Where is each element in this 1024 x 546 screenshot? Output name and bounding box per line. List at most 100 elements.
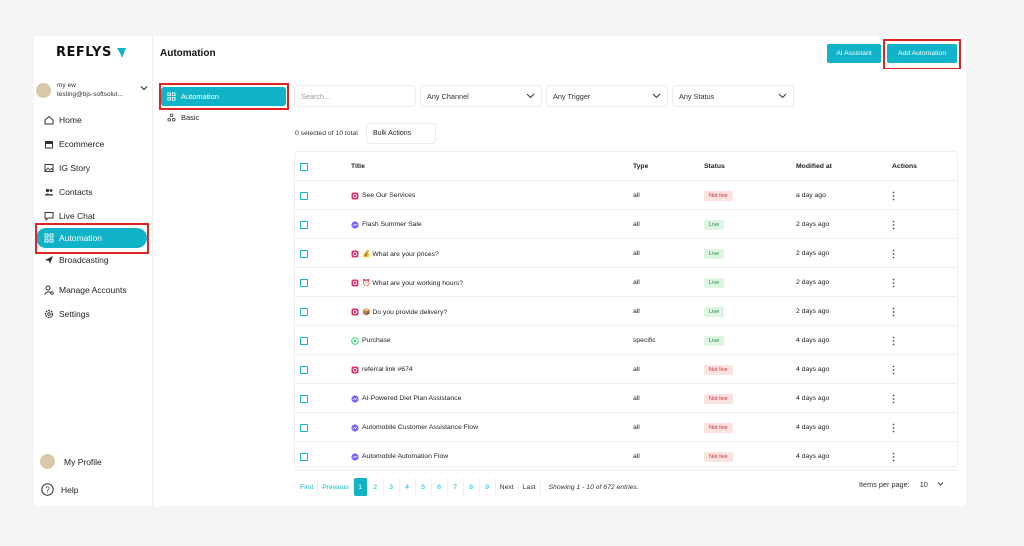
table-row[interactable]: See Our Services all Not live a day ago <box>295 181 957 210</box>
page-next[interactable]: Next <box>496 478 519 496</box>
row-checkbox[interactable] <box>300 297 308 326</box>
row-title-cell[interactable]: Flash Summer Sale <box>351 210 422 239</box>
ai-assistant-button[interactable]: AI Assistant <box>827 44 881 63</box>
row-title-cell[interactable]: 📦 Do you provide delivery? <box>351 297 447 326</box>
page-last[interactable]: Last <box>519 478 541 496</box>
page-8[interactable]: 8 <box>464 478 480 496</box>
row-title: AI-Powered Diet Plan Assistance <box>362 395 462 402</box>
kebab-menu-icon <box>892 220 895 229</box>
row-title-cell[interactable]: 💰 What are your prices? <box>351 239 439 268</box>
table-row[interactable]: referral link #674 all Not live 4 days ago <box>295 355 957 384</box>
page-9[interactable]: 9 <box>480 478 496 496</box>
select-all-checkbox[interactable] <box>300 152 308 181</box>
help-link[interactable]: ? Help <box>41 483 78 496</box>
profile-label: My Profile <box>64 456 102 467</box>
row-title-cell[interactable]: Purchase <box>351 326 391 355</box>
row-type: all <box>633 424 640 431</box>
chat-icon <box>44 212 54 221</box>
chevron-down-icon <box>652 93 661 99</box>
table-row[interactable]: 💰 What are your prices? all Live 2 days ago <box>295 239 957 268</box>
row-actions-menu[interactable] <box>892 239 895 268</box>
send-icon <box>45 256 53 264</box>
row-checkbox[interactable] <box>300 384 308 413</box>
status-badge: Live <box>704 219 725 230</box>
account-switcher[interactable]: my ew testing@bjs-softsolut... <box>36 76 150 104</box>
trigger-filter[interactable]: Any Trigger <box>547 86 667 106</box>
page-5[interactable]: 5 <box>416 478 432 496</box>
bulk-actions-button[interactable]: Bulk Actions <box>367 124 435 143</box>
row-checkbox[interactable] <box>300 268 308 297</box>
row-title-cell[interactable]: Automobile Customer Assistance Flow <box>351 413 478 442</box>
sidebar-item-manage-accounts[interactable]: Manage Accounts <box>34 278 153 302</box>
sidebar-item-automation[interactable]: Automation <box>36 228 147 248</box>
row-checkbox[interactable] <box>300 413 308 442</box>
table-row[interactable]: 📦 Do you provide delivery? all Live 2 days … <box>295 297 957 326</box>
row-status-cell: Not live <box>704 355 733 384</box>
subnav-basic[interactable]: Basic <box>167 113 199 122</box>
row-checkbox[interactable] <box>300 210 308 239</box>
channel-filter[interactable]: Any Channel <box>421 86 541 106</box>
table-row[interactable]: AI-Powered Diet Plan Assistance all Not li… <box>295 384 957 413</box>
sidebar-item-label: IG Story <box>59 163 91 173</box>
row-type: specific <box>633 337 656 344</box>
row-checkbox[interactable] <box>300 355 308 384</box>
row-checkbox[interactable] <box>300 326 308 355</box>
row-title-cell[interactable]: referral link #674 <box>351 355 413 384</box>
table-row[interactable]: Automobile Automation Flow all Not live 4 d… <box>295 442 957 471</box>
sidebar-item-settings[interactable]: Settings <box>34 302 153 326</box>
row-actions-menu[interactable] <box>892 413 895 442</box>
status-filter[interactable]: Any Status <box>673 86 793 106</box>
row-type: all <box>633 250 640 257</box>
sidebar-item-ig-story[interactable]: IG Story <box>34 156 153 180</box>
subnav-automation[interactable]: Automation <box>161 87 286 106</box>
sidebar-item-broadcasting[interactable]: Broadcasting <box>34 248 153 272</box>
row-title-cell[interactable]: ⏰ What are your working hours? <box>351 268 463 297</box>
row-actions-menu[interactable] <box>892 268 895 297</box>
sidebar-item-home[interactable]: Home <box>34 108 153 132</box>
page-previous[interactable]: Previous <box>318 478 354 496</box>
row-actions-menu[interactable] <box>892 326 895 355</box>
table-row[interactable]: Automobile Customer Assistance Flow all No… <box>295 413 957 442</box>
table-row[interactable]: ⏰ What are your working hours? all Live 2 d… <box>295 268 957 297</box>
table-row[interactable]: Purchase specific Live 4 days ago <box>295 326 957 355</box>
page-3[interactable]: 3 <box>384 478 400 496</box>
row-actions-menu[interactable] <box>892 384 895 413</box>
row-checkbox[interactable] <box>300 442 308 471</box>
row-title-cell[interactable]: AI-Powered Diet Plan Assistance <box>351 384 461 413</box>
header-title[interactable]: Title <box>351 152 365 181</box>
search-input[interactable]: Search... <box>295 86 415 106</box>
row-modified: 4 days ago <box>796 453 830 460</box>
add-automation-button[interactable]: Add Automation <box>887 44 957 63</box>
table-row[interactable]: Flash Summer Sale all Live 2 days ago <box>295 210 957 239</box>
page-4[interactable]: 4 <box>400 478 416 496</box>
status-badge: Live <box>704 335 725 346</box>
row-actions-menu[interactable] <box>892 297 895 326</box>
page-2[interactable]: 2 <box>368 478 384 496</box>
header-modified[interactable]: Modified at <box>796 152 832 181</box>
page-6[interactable]: 6 <box>432 478 448 496</box>
row-actions-menu[interactable] <box>892 181 895 210</box>
chevron-down-icon <box>140 86 148 91</box>
sidebar-item-contacts[interactable]: Contacts <box>34 180 153 204</box>
automation-icon <box>44 233 54 243</box>
row-title-cell[interactable]: Automobile Automation Flow <box>351 442 448 471</box>
row-checkbox[interactable] <box>300 239 308 268</box>
header-type[interactable]: Type <box>633 152 648 181</box>
row-checkbox[interactable] <box>300 181 308 210</box>
header-status[interactable]: Status <box>704 152 725 181</box>
row-actions-menu[interactable] <box>892 210 895 239</box>
items-per-page-select[interactable]: 10 <box>915 476 946 492</box>
page-7[interactable]: 7 <box>448 478 464 496</box>
sidebar-item-label: Contacts <box>59 187 93 197</box>
automation-table: Title Type Status Modified at Actions Se… <box>295 152 957 471</box>
row-actions-menu[interactable] <box>892 355 895 384</box>
page-1[interactable]: 1 <box>353 478 368 496</box>
my-profile-link[interactable]: My Profile <box>40 454 102 469</box>
sidebar-item-live-chat[interactable]: Live Chat <box>34 204 153 228</box>
sidebar-item-ecommerce[interactable]: Ecommerce <box>34 132 153 156</box>
row-title-cell[interactable]: See Our Services <box>351 181 415 210</box>
row-modified: 2 days ago <box>796 308 830 315</box>
logo[interactable]: REFLYS <box>56 45 127 60</box>
row-actions-menu[interactable] <box>892 442 895 471</box>
page-first[interactable]: First <box>296 478 319 496</box>
